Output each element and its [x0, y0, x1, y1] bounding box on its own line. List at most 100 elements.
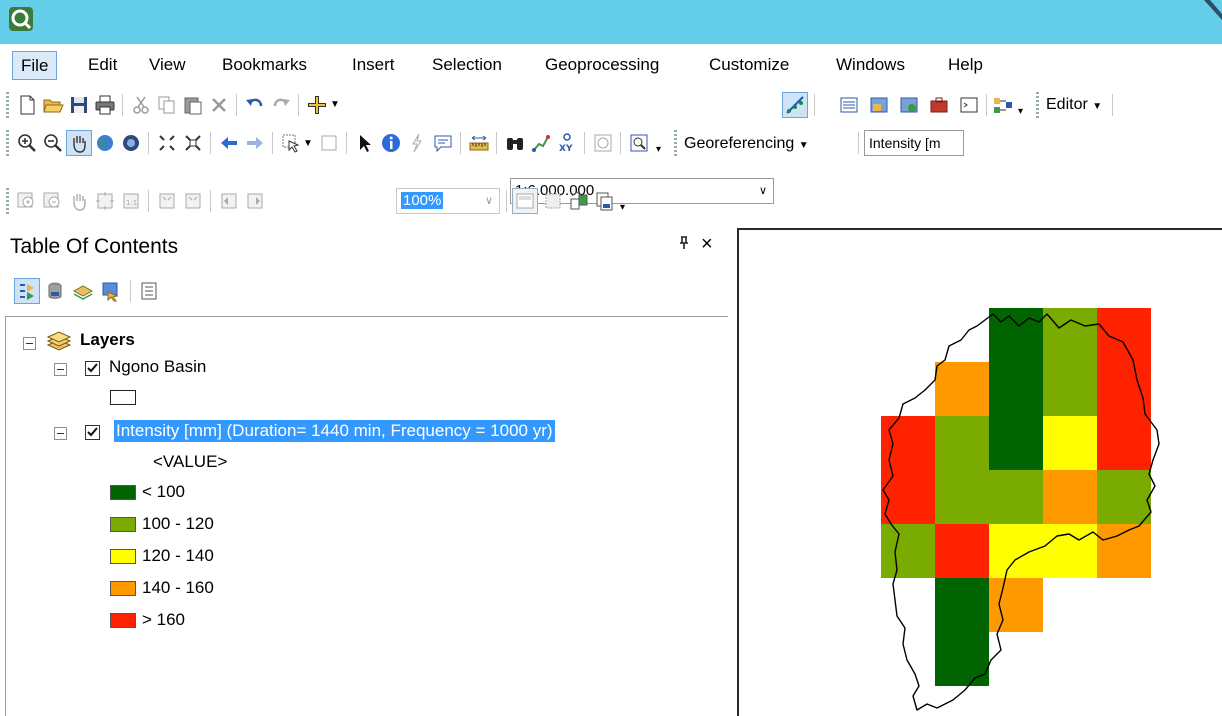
focus-data-frame-icon[interactable] [540, 188, 566, 214]
list-by-selection-icon[interactable] [98, 278, 124, 304]
arcmap-app-icon[interactable] [8, 6, 34, 32]
zoom-in-icon[interactable] [14, 130, 40, 156]
editor-sketch-icon[interactable] [782, 92, 808, 118]
menu-customize[interactable]: Customize [701, 51, 797, 80]
layout-zoom-combo[interactable]: 100% ∨ [396, 188, 500, 214]
fixed-zoom-out-icon[interactable] [180, 130, 206, 156]
editor-menu[interactable]: Editor ▼ [1046, 92, 1102, 120]
menu-help[interactable]: Help [940, 51, 991, 80]
legend-swatch-gt160[interactable] [110, 613, 136, 628]
menu-file[interactable]: File [12, 51, 58, 80]
zoom-whole-page-icon[interactable] [92, 188, 118, 214]
legend-swatch-lt100[interactable] [110, 485, 136, 500]
menu-edit[interactable]: Edit [80, 51, 125, 80]
menu-selection[interactable]: Selection [424, 51, 510, 80]
print-icon[interactable] [92, 92, 118, 118]
copy-icon[interactable] [154, 92, 180, 118]
basin-collapse-toggle[interactable] [54, 363, 67, 376]
list-by-visibility-icon[interactable] [70, 278, 96, 304]
layout-zoom-in-icon[interactable] [14, 188, 40, 214]
select-dropdown-icon[interactable]: ▼ [303, 131, 313, 157]
toolbar-grip[interactable] [1036, 92, 1039, 118]
add-data-icon[interactable] [304, 92, 330, 118]
layout-back-icon[interactable] [216, 188, 242, 214]
search-window-icon[interactable] [896, 92, 922, 118]
layout-zoom-out-icon[interactable] [40, 188, 66, 214]
menu-view[interactable]: View [141, 51, 194, 80]
hyperlink-icon[interactable] [404, 130, 430, 156]
find-binoculars-icon[interactable] [502, 130, 528, 156]
open-folder-icon[interactable] [40, 92, 66, 118]
toolbar-grip[interactable] [6, 188, 9, 214]
fixed-zoom-in-icon[interactable] [154, 130, 180, 156]
modelbuilder-icon[interactable] [990, 92, 1016, 118]
clear-selection-icon[interactable] [316, 130, 342, 156]
delete-icon[interactable] [206, 92, 232, 118]
legend-swatch-100-120[interactable] [110, 517, 136, 532]
basin-outline-symbol[interactable] [110, 390, 136, 405]
arctoolbox-icon[interactable] [926, 92, 952, 118]
find-route-icon[interactable] [528, 130, 554, 156]
raster-layer-name[interactable]: Intensity [mm] (Duration= 1440 min, Freq… [114, 420, 555, 442]
toolbar-grip[interactable] [674, 130, 677, 156]
change-layout-icon[interactable] [566, 188, 592, 214]
identify-icon[interactable] [378, 130, 404, 156]
toolbar-overflow-icon[interactable]: ▾ [620, 195, 625, 221]
menu-geoprocessing[interactable]: Geoprocessing [537, 51, 667, 80]
layout-fixed-zoom-in-icon[interactable] [154, 188, 180, 214]
georeferencing-menu[interactable]: Georeferencing ▼ [684, 131, 809, 159]
full-extent-globe-icon[interactable] [92, 130, 118, 156]
toolbar-overflow-icon[interactable]: ▾ [656, 137, 661, 163]
measure-ruler-icon[interactable] [466, 130, 492, 156]
map-data-view[interactable] [737, 228, 1222, 716]
basin-visibility-checkbox[interactable] [85, 361, 100, 376]
toolbar-overflow-icon[interactable]: ▾ [1018, 99, 1023, 125]
map-canvas[interactable] [739, 230, 1222, 716]
catalog-icon[interactable] [866, 92, 892, 118]
html-popup-icon[interactable] [430, 130, 456, 156]
go-back-arrow-icon[interactable] [216, 130, 242, 156]
georeference-layer-combo[interactable]: Intensity [m [864, 130, 964, 156]
zoom-out-icon[interactable] [40, 130, 66, 156]
python-window-icon[interactable] [956, 92, 982, 118]
save-icon[interactable] [66, 92, 92, 118]
pan-hand-icon[interactable] [66, 130, 92, 156]
cut-icon[interactable] [128, 92, 154, 118]
chevron-down-icon[interactable]: ∨ [479, 189, 499, 213]
add-data-dropdown-icon[interactable]: ▼ [330, 92, 340, 118]
toggle-draft-mode-icon[interactable] [512, 188, 538, 214]
layout-fixed-zoom-out-icon[interactable] [180, 188, 206, 214]
new-document-icon[interactable] [14, 92, 40, 118]
pin-icon[interactable] [678, 236, 690, 254]
legend-swatch-120-140[interactable] [110, 549, 136, 564]
basin-layer-name[interactable]: Ngono Basin [109, 356, 206, 378]
toc-options-icon[interactable] [136, 278, 162, 304]
menu-windows[interactable]: Windows [828, 51, 913, 80]
zoom-100-icon[interactable]: 1:1 [118, 188, 144, 214]
select-elements-arrow-icon[interactable] [352, 130, 378, 156]
menu-bookmarks[interactable]: Bookmarks [214, 51, 315, 80]
layers-collapse-toggle[interactable] [23, 337, 36, 350]
toolbar-grip[interactable] [6, 130, 9, 156]
chevron-down-icon[interactable]: ∨ [753, 179, 773, 203]
layout-pan-icon[interactable] [66, 188, 92, 214]
toolbar-grip[interactable] [6, 92, 9, 118]
list-by-source-icon[interactable] [42, 278, 68, 304]
back-to-globe-icon[interactable] [118, 130, 144, 156]
redo-icon[interactable] [268, 92, 294, 118]
menu-insert[interactable]: Insert [344, 51, 403, 80]
table-of-contents-icon[interactable] [836, 92, 862, 118]
layers-group-label[interactable]: Layers [80, 329, 135, 351]
layout-forward-icon[interactable] [242, 188, 268, 214]
close-icon[interactable]: × [701, 233, 713, 256]
data-driven-pages-icon[interactable] [592, 188, 618, 214]
magnifier-window-icon[interactable] [626, 130, 652, 156]
raster-visibility-checkbox[interactable] [85, 425, 100, 440]
paste-icon[interactable] [180, 92, 206, 118]
time-slider-icon[interactable] [590, 130, 616, 156]
list-by-drawing-order-icon[interactable] [14, 278, 40, 304]
legend-swatch-140-160[interactable] [110, 581, 136, 596]
go-to-xy-icon[interactable]: XY [554, 130, 580, 156]
select-features-icon[interactable] [278, 130, 304, 156]
undo-icon[interactable] [242, 92, 268, 118]
